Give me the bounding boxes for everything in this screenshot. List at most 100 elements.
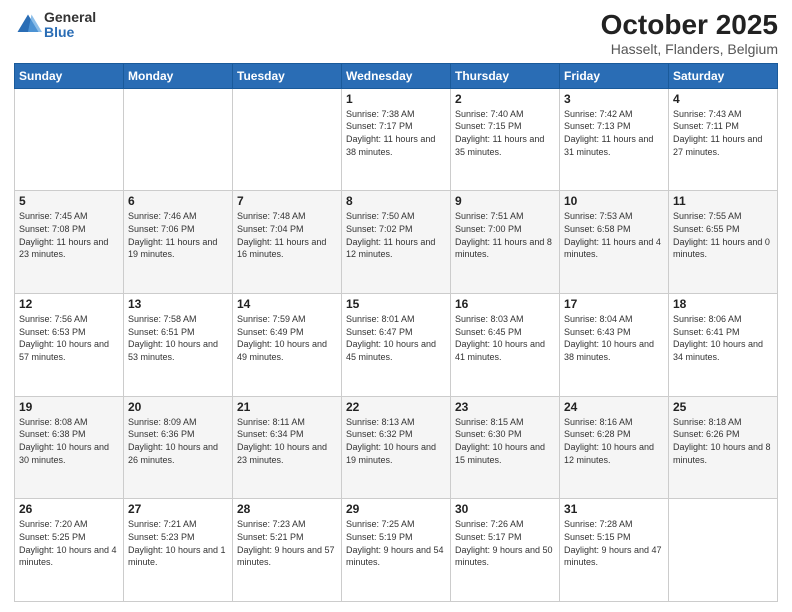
cell-info: Sunrise: 7:56 AMSunset: 6:53 PMDaylight:… [19,314,109,362]
calendar-cell: 10 Sunrise: 7:53 AMSunset: 6:58 PMDayligh… [560,191,669,294]
cell-info: Sunrise: 8:11 AMSunset: 6:34 PMDaylight:… [237,417,327,465]
cell-info: Sunrise: 7:59 AMSunset: 6:49 PMDaylight:… [237,314,327,362]
day-number: 14 [237,297,337,311]
day-number: 2 [455,92,555,106]
calendar-cell: 25 Sunrise: 8:18 AMSunset: 6:26 PMDayligh… [669,396,778,499]
calendar-cell [15,88,124,191]
cell-info: Sunrise: 8:09 AMSunset: 6:36 PMDaylight:… [128,417,218,465]
cell-info: Sunrise: 7:25 AMSunset: 5:19 PMDaylight:… [346,519,444,567]
cell-info: Sunrise: 7:46 AMSunset: 7:06 PMDaylight:… [128,211,217,259]
day-number: 6 [128,194,228,208]
day-number: 31 [564,502,664,516]
cell-info: Sunrise: 7:23 AMSunset: 5:21 PMDaylight:… [237,519,335,567]
cell-info: Sunrise: 8:06 AMSunset: 6:41 PMDaylight:… [673,314,763,362]
cell-info: Sunrise: 7:53 AMSunset: 6:58 PMDaylight:… [564,211,661,259]
cell-info: Sunrise: 8:08 AMSunset: 6:38 PMDaylight:… [19,417,109,465]
weekday-header-row: SundayMondayTuesdayWednesdayThursdayFrid… [15,63,778,88]
cell-info: Sunrise: 8:04 AMSunset: 6:43 PMDaylight:… [564,314,654,362]
weekday-header-saturday: Saturday [669,63,778,88]
day-number: 10 [564,194,664,208]
calendar-week-5: 26 Sunrise: 7:20 AMSunset: 5:25 PMDayligh… [15,499,778,602]
logo-blue-text: Blue [44,25,96,40]
day-number: 28 [237,502,337,516]
calendar-cell: 13Sunrise: 7:58 AMSunset: 6:51 PMDayligh… [124,294,233,397]
cell-info: Sunrise: 7:55 AMSunset: 6:55 PMDaylight:… [673,211,770,259]
calendar-cell: 28 Sunrise: 7:23 AMSunset: 5:21 PMDayligh… [233,499,342,602]
calendar-week-1: 1 Sunrise: 7:38 AMSunset: 7:17 PMDaylight… [15,88,778,191]
cell-info: Sunrise: 7:38 AMSunset: 7:17 PMDaylight:… [346,109,435,157]
calendar-cell: 1 Sunrise: 7:38 AMSunset: 7:17 PMDaylight… [342,88,451,191]
calendar-cell: 7 Sunrise: 7:48 AMSunset: 7:04 PMDaylight… [233,191,342,294]
title-location: Hasselt, Flanders, Belgium [601,41,778,57]
calendar-cell: 14 Sunrise: 7:59 AMSunset: 6:49 PMDayligh… [233,294,342,397]
calendar-cell: 26 Sunrise: 7:20 AMSunset: 5:25 PMDayligh… [15,499,124,602]
day-number: 30 [455,502,555,516]
day-number: 26 [19,502,119,516]
logo-icon [14,11,42,39]
calendar-table: SundayMondayTuesdayWednesdayThursdayFrid… [14,63,778,602]
calendar-cell: 30 Sunrise: 7:26 AMSunset: 5:17 PMDayligh… [451,499,560,602]
calendar-cell: 6 Sunrise: 7:46 AMSunset: 7:06 PMDaylight… [124,191,233,294]
day-number: 11 [673,194,773,208]
cell-info: Sunrise: 8:13 AMSunset: 6:32 PMDaylight:… [346,417,436,465]
cell-info: Sunrise: 7:51 AMSunset: 7:00 PMDaylight:… [455,211,552,259]
calendar-cell: 27Sunrise: 7:21 AMSunset: 5:23 PMDayligh… [124,499,233,602]
day-number: 18 [673,297,773,311]
calendar-week-2: 5 Sunrise: 7:45 AMSunset: 7:08 PMDaylight… [15,191,778,294]
day-number: 25 [673,400,773,414]
calendar-cell [233,88,342,191]
day-number: 1 [346,92,446,106]
calendar-cell: 31 Sunrise: 7:28 AMSunset: 5:15 PMDayligh… [560,499,669,602]
header: General Blue October 2025 Hasselt, Fland… [14,10,778,57]
page-container: General Blue October 2025 Hasselt, Fland… [0,0,792,612]
day-number: 4 [673,92,773,106]
calendar-cell: 18 Sunrise: 8:06 AMSunset: 6:41 PMDayligh… [669,294,778,397]
day-number: 7 [237,194,337,208]
cell-info: Sunrise: 7:50 AMSunset: 7:02 PMDaylight:… [346,211,435,259]
day-number: 24 [564,400,664,414]
cell-info: Sunrise: 7:42 AMSunset: 7:13 PMDaylight:… [564,109,653,157]
logo-text: General Blue [44,10,96,41]
calendar-week-4: 19 Sunrise: 8:08 AMSunset: 6:38 PMDayligh… [15,396,778,499]
cell-info: Sunrise: 8:16 AMSunset: 6:28 PMDaylight:… [564,417,654,465]
weekday-header-monday: Monday [124,63,233,88]
weekday-header-wednesday: Wednesday [342,63,451,88]
day-number: 29 [346,502,446,516]
day-number: 13 [128,297,228,311]
cell-info: Sunrise: 8:18 AMSunset: 6:26 PMDaylight:… [673,417,771,465]
day-number: 22 [346,400,446,414]
calendar-cell: 20 Sunrise: 8:09 AMSunset: 6:36 PMDayligh… [124,396,233,499]
day-number: 3 [564,92,664,106]
day-number: 20 [128,400,228,414]
calendar-cell: 2Sunrise: 7:40 AMSunset: 7:15 PMDaylight… [451,88,560,191]
calendar-cell: 5 Sunrise: 7:45 AMSunset: 7:08 PMDaylight… [15,191,124,294]
calendar-cell: 8Sunrise: 7:50 AMSunset: 7:02 PMDaylight… [342,191,451,294]
cell-info: Sunrise: 7:45 AMSunset: 7:08 PMDaylight:… [19,211,108,259]
title-month: October 2025 [601,10,778,41]
day-number: 19 [19,400,119,414]
calendar-cell: 24 Sunrise: 8:16 AMSunset: 6:28 PMDayligh… [560,396,669,499]
day-number: 5 [19,194,119,208]
cell-info: Sunrise: 8:15 AMSunset: 6:30 PMDaylight:… [455,417,545,465]
cell-info: Sunrise: 7:20 AMSunset: 5:25 PMDaylight:… [19,519,117,567]
cell-info: Sunrise: 7:48 AMSunset: 7:04 PMDaylight:… [237,211,326,259]
cell-info: Sunrise: 7:26 AMSunset: 5:17 PMDaylight:… [455,519,553,567]
calendar-cell: 21Sunrise: 8:11 AMSunset: 6:34 PMDayligh… [233,396,342,499]
day-number: 16 [455,297,555,311]
calendar-cell: 17Sunrise: 8:04 AMSunset: 6:43 PMDayligh… [560,294,669,397]
weekday-header-thursday: Thursday [451,63,560,88]
cell-info: Sunrise: 7:28 AMSunset: 5:15 PMDaylight:… [564,519,662,567]
calendar-cell: 23Sunrise: 8:15 AMSunset: 6:30 PMDayligh… [451,396,560,499]
title-block: October 2025 Hasselt, Flanders, Belgium [601,10,778,57]
weekday-header-tuesday: Tuesday [233,63,342,88]
day-number: 27 [128,502,228,516]
day-number: 15 [346,297,446,311]
calendar-cell: 9Sunrise: 7:51 AMSunset: 7:00 PMDaylight… [451,191,560,294]
weekday-header-sunday: Sunday [15,63,124,88]
calendar-cell: 22 Sunrise: 8:13 AMSunset: 6:32 PMDayligh… [342,396,451,499]
logo: General Blue [14,10,96,41]
calendar-cell: 19 Sunrise: 8:08 AMSunset: 6:38 PMDayligh… [15,396,124,499]
cell-info: Sunrise: 8:03 AMSunset: 6:45 PMDaylight:… [455,314,545,362]
calendar-cell: 4Sunrise: 7:43 AMSunset: 7:11 PMDaylight… [669,88,778,191]
calendar-cell [669,499,778,602]
